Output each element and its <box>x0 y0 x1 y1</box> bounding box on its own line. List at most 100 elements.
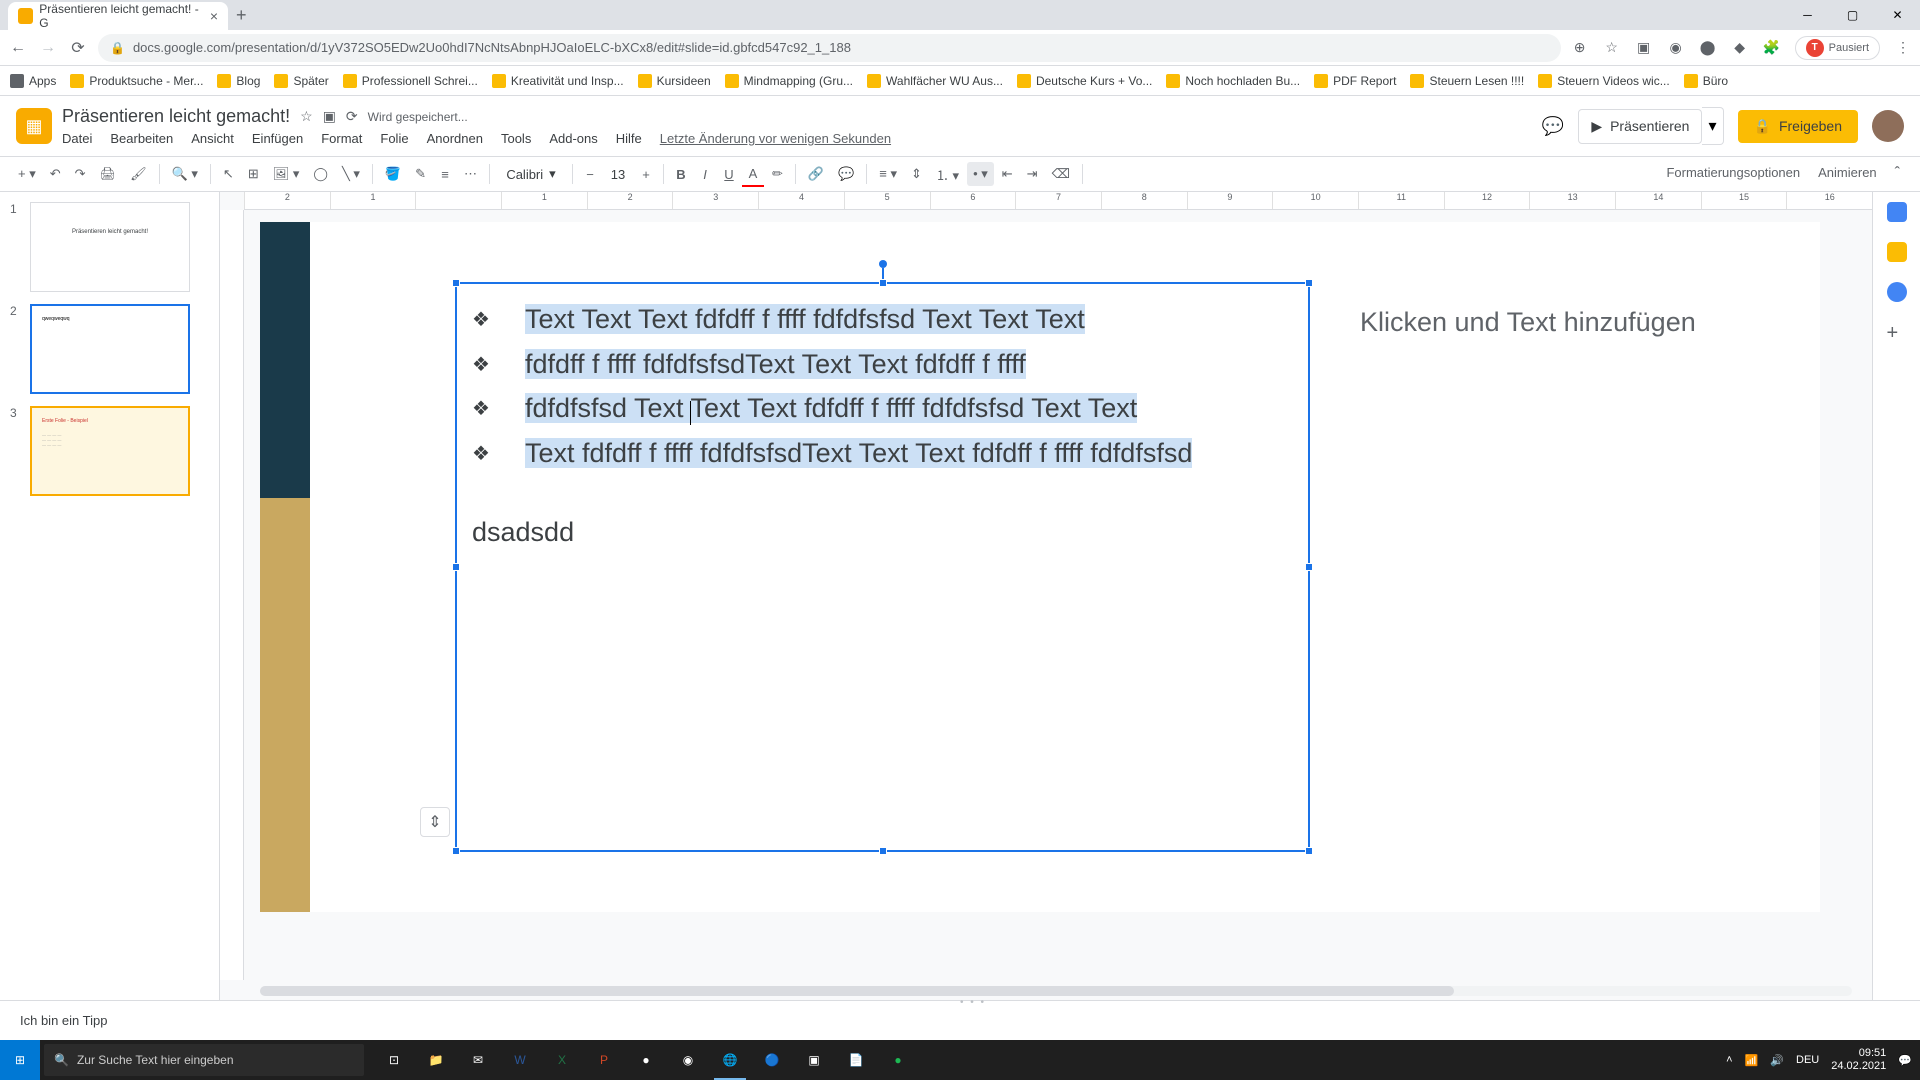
menu-help[interactable]: Hilfe <box>616 131 642 146</box>
line-spacing-button[interactable]: ⇕ <box>905 162 928 186</box>
menu-addons[interactable]: Add-ons <box>549 131 597 146</box>
keep-icon[interactable] <box>1887 242 1907 262</box>
resize-notes-handle[interactable]: • • • <box>960 997 986 1008</box>
rotate-handle[interactable] <box>879 260 887 268</box>
print-button[interactable]: 🖨 <box>94 162 123 186</box>
animate-button[interactable]: Animieren <box>1818 165 1877 183</box>
bookmark-item[interactable]: Später <box>274 74 328 88</box>
account-avatar[interactable] <box>1872 110 1904 142</box>
notes-text[interactable]: Ich bin ein Tipp <box>20 1013 107 1028</box>
bookmark-item[interactable]: Steuern Lesen !!!! <box>1410 74 1524 88</box>
resize-handle[interactable] <box>452 563 460 571</box>
task-view-icon[interactable]: ⊡ <box>374 1040 414 1080</box>
menu-edit[interactable]: Bearbeiten <box>110 131 173 146</box>
menu-format[interactable]: Format <box>321 131 362 146</box>
font-select[interactable]: Calibri ▾ <box>496 162 566 186</box>
italic-button[interactable]: I <box>694 163 716 186</box>
shape-tool[interactable]: ◯ <box>307 162 334 186</box>
move-doc-icon[interactable]: ▣ <box>323 108 336 125</box>
zoom-icon[interactable]: ⊕ <box>1571 39 1589 57</box>
collapse-toolbar-icon[interactable]: ˆ <box>1895 165 1900 183</box>
fit-text-icon[interactable]: ⇕ <box>420 807 450 837</box>
paint-format-button[interactable]: 🖌 <box>124 162 153 186</box>
share-button[interactable]: 🔒 Freigeben <box>1738 110 1858 143</box>
speaker-notes[interactable]: • • • Ich bin ein Tipp <box>0 1000 1920 1040</box>
clear-format-button[interactable]: ⌫ <box>1046 162 1076 186</box>
back-button[interactable]: ← <box>8 39 28 57</box>
scrollbar-thumb[interactable] <box>260 986 1454 996</box>
line-tool[interactable]: ╲ ▾ <box>336 162 366 186</box>
bullet-item[interactable]: ❖fdfdff f ffff fdfdfsfsdText Text Text f… <box>472 344 1293 385</box>
last-edit-link[interactable]: Letzte Änderung vor wenigen Sekunden <box>660 131 891 146</box>
spotify-icon[interactable]: ● <box>878 1040 918 1080</box>
minimize-button[interactable]: ─ <box>1785 0 1830 30</box>
format-options-button[interactable]: Formatierungsoptionen <box>1666 165 1800 183</box>
numbered-list-button[interactable]: ⒈ ▾ <box>930 161 965 188</box>
maximize-button[interactable]: ▢ <box>1830 0 1875 30</box>
edge-icon[interactable]: 🔵 <box>752 1040 792 1080</box>
resize-handle[interactable] <box>879 847 887 855</box>
indent-decrease-button[interactable]: ⇤ <box>996 162 1019 186</box>
resize-handle[interactable] <box>452 847 460 855</box>
bullet-item[interactable]: ❖Text Text Text fdfdff f ffff fdfdfsfsd … <box>472 299 1293 340</box>
bold-button[interactable]: B <box>670 163 692 186</box>
obs-icon[interactable]: ◉ <box>668 1040 708 1080</box>
font-size-decrease[interactable]: − <box>579 163 601 186</box>
word-icon[interactable]: W <box>500 1040 540 1080</box>
network-icon[interactable]: 📶 <box>1745 1054 1759 1067</box>
plain-text[interactable]: dsadsdd <box>472 517 1293 548</box>
link-button[interactable]: 🔗 <box>802 162 830 186</box>
forward-button[interactable]: → <box>38 39 58 57</box>
horizontal-ruler[interactable]: 2112345678910111213141516 <box>244 192 1872 210</box>
menu-arrange[interactable]: Anordnen <box>427 131 483 146</box>
resize-handle[interactable] <box>452 279 460 287</box>
readlater-icon[interactable]: ▣ <box>1635 39 1653 57</box>
star-doc-icon[interactable]: ☆ <box>300 108 313 125</box>
vertical-ruler[interactable] <box>220 210 244 980</box>
placeholder-textbox[interactable]: Klicken und Text hinzufügen <box>1360 307 1696 338</box>
bullet-item[interactable]: ❖Text fdfdff f ffff fdfdfsfsdText Text T… <box>472 433 1293 474</box>
select-tool[interactable]: ↖ <box>217 162 240 186</box>
bullet-item[interactable]: ❖fdfdfsfsd Text Text Text fdfdff f ffff … <box>472 388 1293 429</box>
bookmark-item[interactable]: Kreativität und Insp... <box>492 74 624 88</box>
resize-handle[interactable] <box>1305 279 1313 287</box>
underline-button[interactable]: U <box>718 163 740 186</box>
menu-slide[interactable]: Folie <box>380 131 408 146</box>
bookmark-item[interactable]: Büro <box>1684 74 1728 88</box>
align-button[interactable]: ≡ ▾ <box>873 162 903 186</box>
border-dash-button[interactable]: ⋯ <box>458 162 483 186</box>
indent-increase-button[interactable]: ⇥ <box>1021 162 1044 186</box>
app-icon[interactable]: ● <box>626 1040 666 1080</box>
undo-button[interactable]: ↶ <box>44 162 67 186</box>
resize-handle[interactable] <box>1305 847 1313 855</box>
bookmark-item[interactable]: Noch hochladen Bu... <box>1166 74 1300 88</box>
bookmark-item[interactable]: Mindmapping (Gru... <box>725 74 853 88</box>
bookmark-item[interactable]: Kursideen <box>638 74 711 88</box>
text-color-button[interactable]: A <box>742 162 764 187</box>
volume-icon[interactable]: 🔊 <box>1770 1054 1784 1067</box>
zoom-button[interactable]: 🔍 ▾ <box>166 162 204 186</box>
reload-button[interactable]: ⟳ <box>68 38 88 58</box>
chrome-menu-icon[interactable]: ⋮ <box>1894 39 1912 57</box>
redo-button[interactable]: ↷ <box>69 162 92 186</box>
excel-icon[interactable]: X <box>542 1040 582 1080</box>
start-button[interactable]: ⊞ <box>0 1040 40 1080</box>
present-button[interactable]: ▶ Präsentieren <box>1578 109 1702 144</box>
ext2-icon[interactable]: ⬤ <box>1699 39 1717 57</box>
new-tab-button[interactable]: + <box>236 5 247 26</box>
font-size-input[interactable]: 13 <box>603 163 633 186</box>
url-input[interactable]: 🔒 docs.google.com/presentation/d/1yV372S… <box>98 34 1561 62</box>
slide-canvas[interactable]: ❖Text Text Text fdfdff f ffff fdfdfsfsd … <box>260 222 1820 912</box>
chrome-icon[interactable]: 🌐 <box>710 1040 750 1080</box>
doc-title[interactable]: Präsentieren leicht gemacht! <box>62 106 290 127</box>
comments-icon[interactable]: 💬 <box>1542 116 1564 137</box>
bookmark-item[interactable]: Steuern Videos wic... <box>1538 74 1670 88</box>
close-tab-icon[interactable]: × <box>210 8 218 24</box>
horizontal-scrollbar[interactable] <box>260 986 1852 996</box>
language-indicator[interactable]: DEU <box>1796 1054 1819 1066</box>
menu-tools[interactable]: Tools <box>501 131 531 146</box>
profile-paused[interactable]: T Pausiert <box>1795 36 1880 60</box>
font-size-increase[interactable]: + <box>635 163 657 186</box>
clock[interactable]: 09:51 24.02.2021 <box>1831 1047 1886 1073</box>
mail-icon[interactable]: ✉ <box>458 1040 498 1080</box>
